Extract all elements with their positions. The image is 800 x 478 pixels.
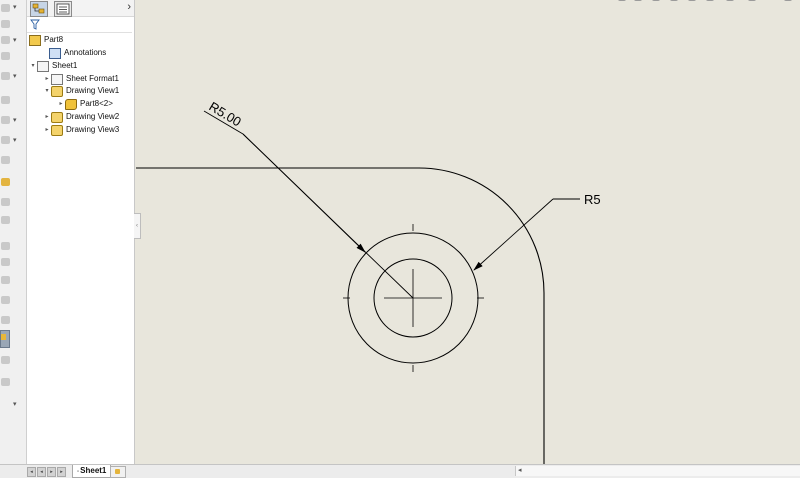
tree-item-label: Drawing View3	[66, 124, 120, 134]
dimension-leader[interactable]	[473, 198, 554, 271]
dimension-label-left[interactable]: R5.00	[206, 99, 243, 130]
tree-item[interactable]: Annotations	[41, 47, 106, 59]
tab-property-manager[interactable]	[54, 1, 72, 17]
tree-item-label: Annotations	[64, 48, 107, 57]
tree-item-label: Sheet1	[52, 60, 78, 70]
tool-icon[interactable]	[1, 52, 10, 60]
tree-item[interactable]: ▸ Drawing View2	[43, 111, 119, 123]
first-sheet-button[interactable]: ◂	[27, 467, 36, 477]
dimension-label-right[interactable]: R5	[584, 192, 601, 207]
tool-icon[interactable]	[1, 316, 10, 324]
add-sheet-button[interactable]	[110, 466, 126, 478]
sheet-icon	[37, 60, 49, 72]
tree-item[interactable]: ▾ Sheet1	[29, 60, 77, 72]
tree-item-label: Drawing View1	[66, 86, 120, 96]
tool-icon	[1, 334, 6, 340]
drawing-canvas[interactable]: R5.00 R5	[136, 0, 800, 464]
expand-icon[interactable]: ▸	[43, 124, 51, 136]
panel-tabs: ›	[27, 0, 134, 17]
tree-item-label: Part8	[44, 35, 64, 44]
tree-item-label: Drawing View2	[66, 112, 120, 121]
tool-icon[interactable]	[1, 378, 10, 386]
drawing-view-icon	[51, 124, 63, 136]
tool-icon[interactable]	[1, 242, 10, 250]
tool-icon[interactable]	[1, 296, 10, 304]
part-outline[interactable]	[136, 167, 545, 464]
add-sheet-icon	[115, 469, 120, 474]
chevron-down-icon[interactable]: ▾	[13, 116, 17, 124]
tab-label: Sheet1	[80, 466, 107, 475]
prev-sheet-button[interactable]: ◂	[37, 467, 46, 477]
sheet-icon: ▫	[77, 469, 80, 475]
tool-icon[interactable]	[1, 116, 10, 124]
tool-icon[interactable]	[1, 198, 10, 206]
tab-sheet1[interactable]: ▫Sheet1	[72, 465, 112, 478]
sheet-tab-bar: ◂ ◂ ▸ ▸ ▫Sheet1 ◂	[0, 464, 800, 478]
tool-icon[interactable]	[1, 276, 10, 284]
tree-item[interactable]: ▸ Part8<2>	[57, 98, 113, 111]
collapse-icon[interactable]: ▾	[43, 85, 51, 97]
tool-icon[interactable]	[1, 20, 10, 28]
feature-tree-icon	[32, 3, 45, 14]
expand-icon[interactable]: ▸	[57, 98, 65, 110]
command-strip: ▾ ▾ ▾ ▾ ▾ ▾	[0, 0, 27, 466]
tool-icon[interactable]	[1, 72, 10, 80]
part-icon	[29, 35, 41, 46]
tab-feature-tree[interactable]	[30, 1, 48, 17]
tool-icon[interactable]	[1, 96, 10, 104]
chevron-down-icon[interactable]: ▾	[13, 400, 17, 408]
tree-item[interactable]: ▾ Drawing View1	[43, 85, 120, 98]
scroll-left-icon[interactable]: ◂	[518, 466, 522, 476]
property-manager-icon	[56, 3, 70, 15]
chevron-down-icon[interactable]: ▾	[13, 136, 17, 144]
filter-bar[interactable]	[27, 18, 132, 33]
chevron-down-icon[interactable]: ▾	[13, 36, 17, 44]
last-sheet-button[interactable]: ▸	[57, 467, 66, 477]
tree-item[interactable]: ▸ Drawing View3	[43, 124, 119, 136]
tool-icon[interactable]	[1, 36, 10, 44]
tool-icon[interactable]	[1, 4, 10, 12]
expand-icon[interactable]: ▸	[43, 73, 51, 85]
feature-manager-panel: › Part8 Annotations ▾ Sheet1 ▸ Sheet Format1…	[27, 0, 135, 466]
chevron-down-icon[interactable]: ▾	[13, 72, 17, 80]
chevron-right-icon[interactable]: ›	[127, 1, 131, 13]
sheet-format-icon	[51, 73, 63, 85]
expand-icon[interactable]: ▸	[43, 111, 51, 123]
tool-icon[interactable]	[1, 356, 10, 364]
tool-icon[interactable]	[1, 216, 10, 224]
next-sheet-button[interactable]: ▸	[47, 467, 56, 477]
tool-icon[interactable]	[1, 136, 10, 144]
chevron-down-icon[interactable]: ▾	[13, 3, 17, 11]
drawing-view-icon	[51, 112, 63, 123]
drawing-view-icon	[51, 86, 63, 98]
tool-icon[interactable]	[1, 258, 10, 266]
part-icon	[65, 99, 77, 111]
dimension-arrow	[242, 133, 366, 253]
tree-item[interactable]: ▸ Sheet Format1	[43, 73, 119, 85]
tree-item-label: Sheet Format1	[66, 73, 119, 83]
collapse-icon[interactable]: ▾	[29, 60, 37, 72]
drawing-sheet: R5.00 R5	[136, 99, 601, 464]
tree-item-root[interactable]: Part8	[29, 34, 63, 46]
horizontal-scrollbar[interactable]: ◂	[515, 466, 800, 476]
tool-icon[interactable]	[1, 156, 10, 164]
tree-item-label: Part8<2>	[80, 99, 113, 109]
annotations-icon	[49, 48, 61, 59]
filter-icon[interactable]	[30, 19, 40, 30]
tool-icon[interactable]	[1, 178, 10, 186]
